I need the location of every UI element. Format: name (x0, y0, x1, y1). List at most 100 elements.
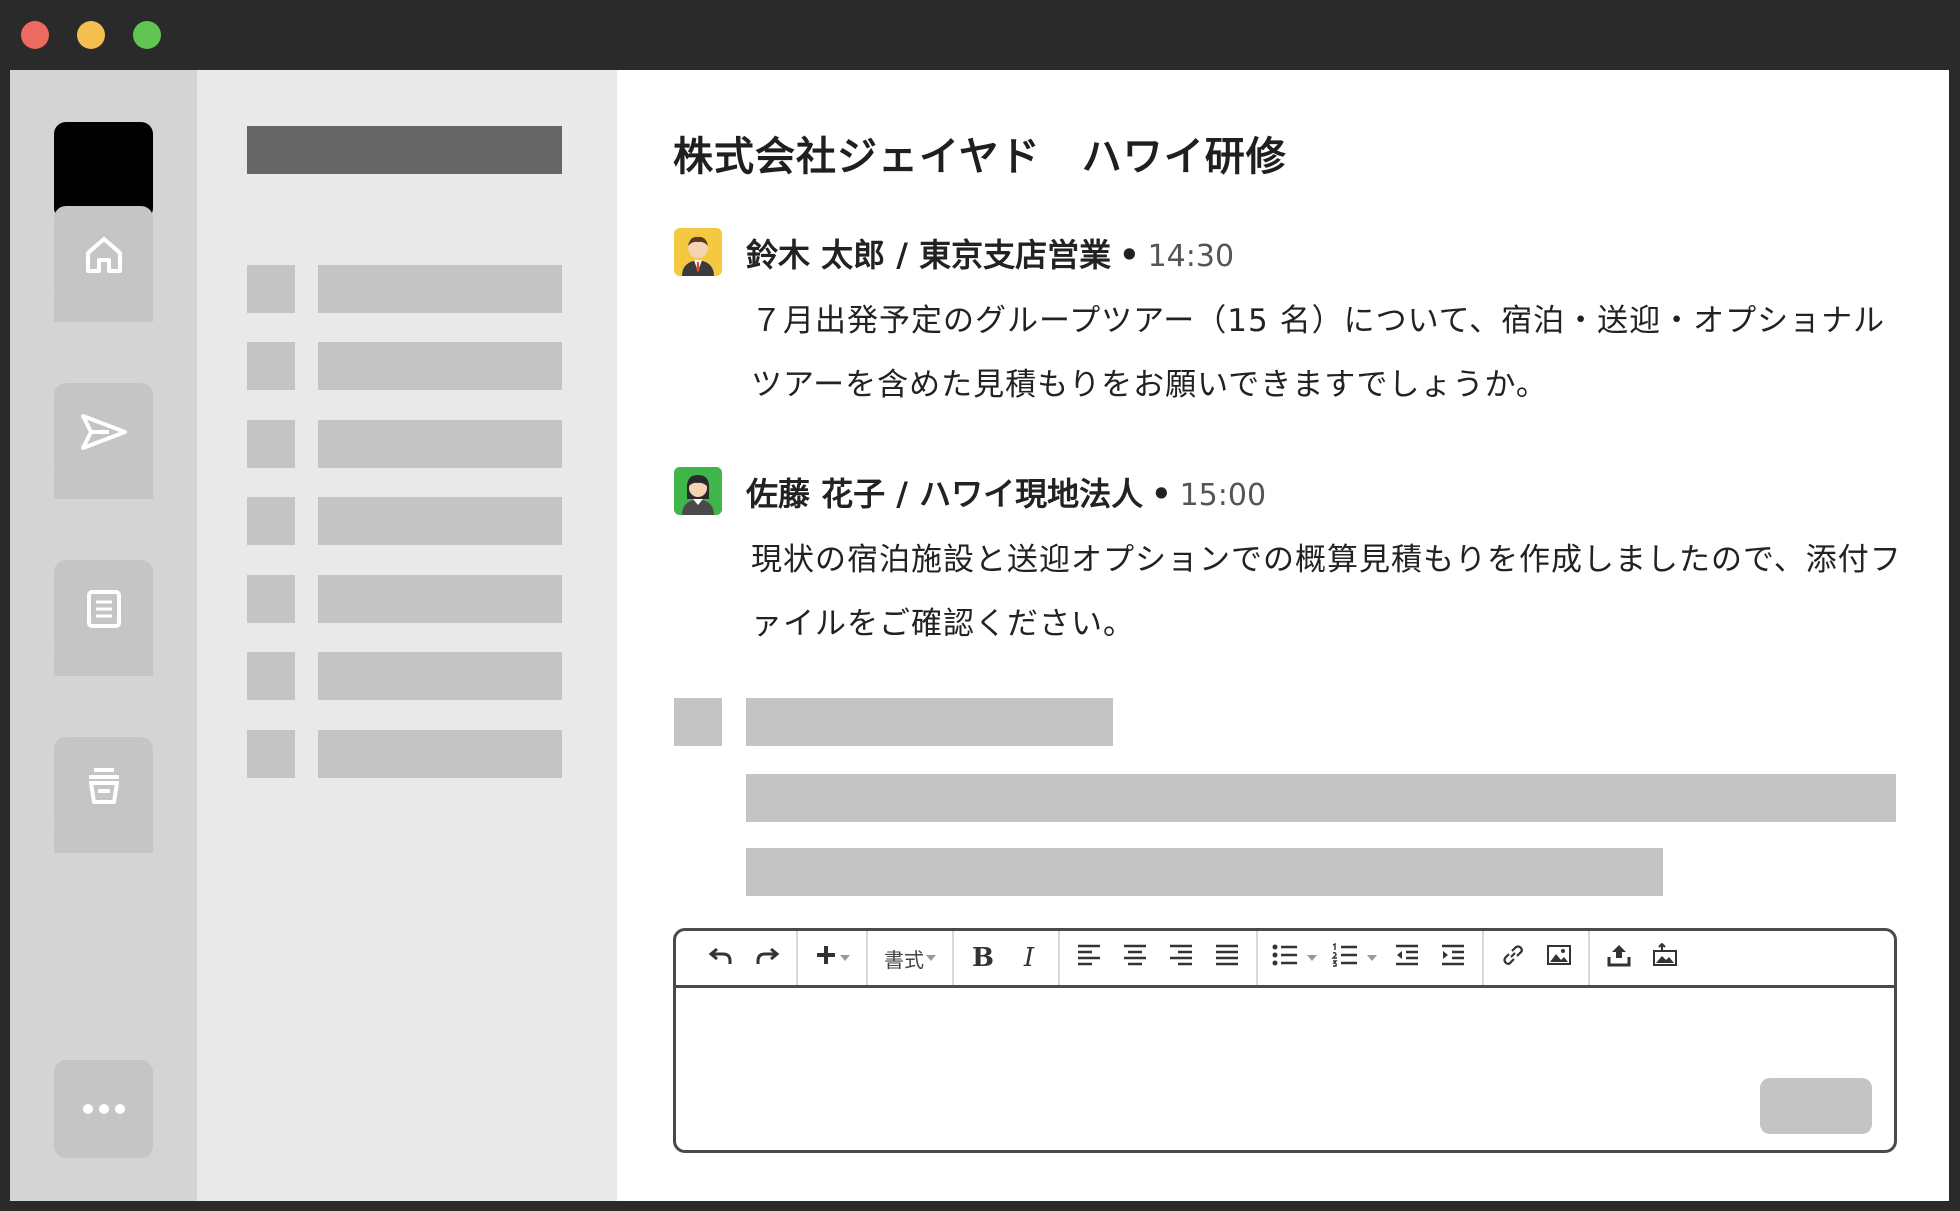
toolbar-format-group: 書式 (868, 931, 954, 985)
home-icon (82, 233, 126, 277)
align-center-button[interactable] (1112, 938, 1158, 978)
upload-image-button[interactable] (1642, 938, 1688, 978)
italic-button[interactable]: I (1006, 938, 1052, 978)
rail-archive-label-placeholder (54, 826, 153, 853)
upload-file-button[interactable] (1596, 938, 1642, 978)
message-header: 佐藤 花子 / ハワイ現地法人 • 15:00 (746, 469, 1266, 515)
channel-icon-placeholder[interactable] (247, 265, 295, 313)
message-time: 14:30 (1147, 239, 1235, 274)
rail-document-label-placeholder (54, 649, 153, 676)
chevron-down-icon (840, 955, 850, 961)
room-title: 株式会社ジェイヤド ハワイ研修 (673, 134, 1287, 180)
align-left-icon (1076, 943, 1102, 973)
link-button[interactable] (1490, 938, 1536, 978)
placeholder-text-line (746, 774, 1896, 822)
toolbar-insert-group (798, 931, 868, 985)
rail-send-button[interactable] (54, 383, 153, 481)
separator-dot: • (1151, 475, 1172, 513)
channel-icon-placeholder[interactable] (247, 342, 295, 390)
align-right-icon (1168, 943, 1194, 973)
chevron-down-icon (926, 955, 936, 961)
rail-more-button[interactable] (54, 1060, 153, 1158)
align-left-button[interactable] (1066, 938, 1112, 978)
insert-button[interactable] (804, 938, 860, 978)
message-author[interactable]: 佐藤 花子 / ハワイ現地法人 (746, 475, 1143, 513)
numbered-list-button[interactable] (1324, 938, 1384, 978)
image-icon (1546, 943, 1572, 973)
rail-archive-button[interactable] (54, 737, 153, 835)
toolbar-upload-group (1590, 931, 1694, 985)
bullet-list-button[interactable] (1264, 938, 1324, 978)
toolbar-history-group (692, 931, 798, 985)
rail-send-label-placeholder (54, 472, 153, 499)
rail-document-button[interactable] (54, 560, 153, 658)
numbered-list-icon (1331, 942, 1359, 974)
chevron-down-icon (1367, 955, 1377, 961)
outdent-button[interactable] (1384, 938, 1430, 978)
minimize-window-button[interactable] (77, 21, 105, 49)
link-icon (1501, 943, 1525, 974)
archive-icon (82, 764, 126, 808)
channel-icon-placeholder[interactable] (247, 497, 295, 545)
channel-name-placeholder[interactable] (318, 575, 562, 623)
redo-button[interactable] (744, 938, 790, 978)
title-bar (0, 0, 1960, 70)
undo-button[interactable] (698, 938, 744, 978)
channel-list-header-placeholder (247, 126, 562, 174)
chat-panel: 株式会社ジェイヤド ハワイ研修 鈴木 太郎 / 東京支店営業 • 14:30 ７月出… (617, 70, 1949, 1201)
channel-icon-placeholder[interactable] (247, 652, 295, 700)
redo-icon (754, 943, 780, 974)
undo-icon (708, 943, 734, 974)
indent-icon (1440, 943, 1466, 973)
send-icon (79, 410, 129, 454)
app-window: 株式会社ジェイヤド ハワイ研修 鈴木 太郎 / 東京支店営業 • 14:30 ７月出… (10, 70, 1949, 1201)
channel-name-placeholder[interactable] (318, 730, 562, 778)
channel-name-placeholder[interactable] (318, 652, 562, 700)
align-right-button[interactable] (1158, 938, 1204, 978)
message-header: 鈴木 太郎 / 東京支店営業 • 14:30 (746, 230, 1234, 276)
plus-icon (814, 943, 838, 974)
bold-button[interactable]: B (960, 938, 1006, 978)
image-button[interactable] (1536, 938, 1582, 978)
maximize-window-button[interactable] (133, 21, 161, 49)
female-avatar-icon[interactable] (674, 467, 722, 515)
document-icon (82, 587, 126, 631)
bullet-list-icon (1271, 943, 1299, 974)
channel-list (197, 70, 617, 1201)
placeholder-author (746, 698, 1113, 746)
channel-icon-placeholder[interactable] (247, 575, 295, 623)
channel-name-placeholder[interactable] (318, 497, 562, 545)
toolbar-list-group (1258, 931, 1484, 985)
separator-dot: • (1119, 236, 1140, 274)
upload-icon (1606, 943, 1632, 974)
message-body: ７月出発予定のグループツアー（15 名）について、宿泊・送迎・オプショナルツアー… (751, 303, 1886, 403)
close-window-button[interactable] (21, 21, 49, 49)
male-avatar-icon[interactable] (674, 228, 722, 276)
upload-image-icon (1652, 942, 1678, 974)
message-body: 現状の宿泊施設と送迎オプションでの概算見積もりを作成しましたので、添付ファイルを… (751, 542, 1902, 642)
icon-rail (10, 70, 197, 1201)
format-label: 書式 (884, 947, 924, 972)
channel-name-placeholder[interactable] (318, 420, 562, 468)
chevron-down-icon (1307, 955, 1317, 961)
channel-icon-placeholder[interactable] (247, 730, 295, 778)
rail-home-button[interactable] (54, 206, 153, 304)
editor-toolbar: 書式 B I (676, 931, 1894, 988)
message-editor: 書式 B I (673, 928, 1897, 1153)
indent-button[interactable] (1430, 938, 1476, 978)
align-justify-icon (1214, 943, 1240, 973)
toolbar-media-group (1484, 931, 1590, 985)
rail-home-label-placeholder (54, 295, 153, 322)
align-center-icon (1122, 943, 1148, 973)
placeholder-avatar (674, 698, 722, 746)
message-author[interactable]: 鈴木 太郎 / 東京支店営業 (746, 236, 1111, 274)
channel-name-placeholder[interactable] (318, 342, 562, 390)
align-justify-button[interactable] (1204, 938, 1250, 978)
send-button[interactable] (1760, 1078, 1872, 1134)
channel-icon-placeholder[interactable] (247, 420, 295, 468)
outdent-icon (1394, 943, 1420, 973)
format-dropdown[interactable]: 書式 (874, 944, 946, 973)
channel-name-placeholder[interactable] (318, 265, 562, 313)
placeholder-text-line (746, 848, 1663, 896)
more-icon (80, 1101, 128, 1117)
